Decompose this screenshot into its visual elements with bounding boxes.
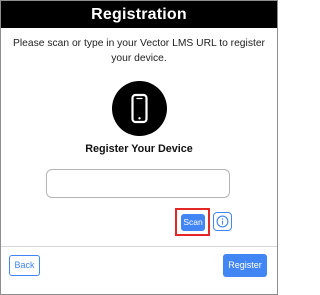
smartphone-icon [131, 93, 148, 124]
info-button[interactable] [213, 212, 232, 231]
page-title: Registration [1, 1, 277, 28]
lms-url-input[interactable] [46, 169, 230, 198]
section-title: Register Your Device [85, 143, 193, 155]
instruction-text: Please scan or type in your Vector LMS U… [12, 38, 265, 64]
info-icon [216, 215, 229, 228]
back-button[interactable]: Back [9, 255, 40, 276]
registration-window: Registration Please scan or type in your… [0, 0, 278, 295]
register-button[interactable]: Register [223, 254, 267, 277]
footer-divider [1, 246, 277, 247]
device-badge [112, 81, 167, 136]
scan-button[interactable]: Scan [181, 214, 205, 231]
